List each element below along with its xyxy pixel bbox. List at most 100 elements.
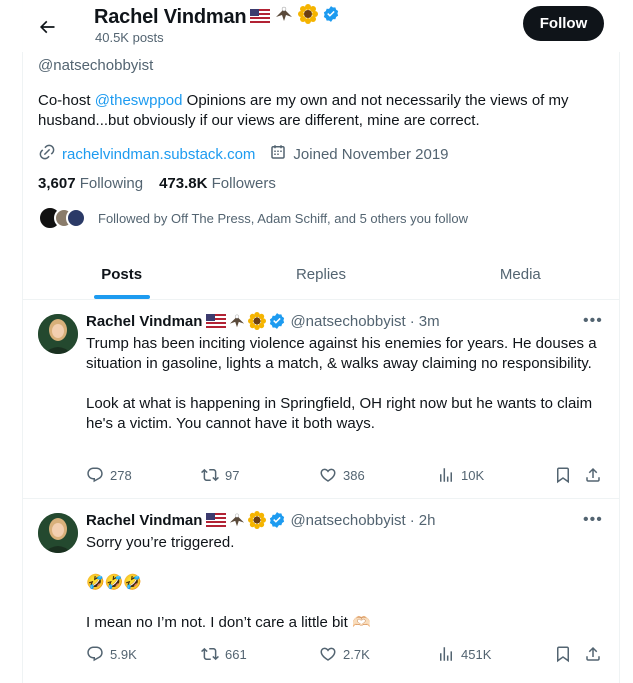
following-count: 3,607 [38,175,76,192]
followed-by-text: Followed by Off The Press, Adam Schiff, … [98,210,468,226]
tweet-paragraph: 🤣🤣🤣 [86,574,143,591]
verified-badge-icon [270,512,285,528]
reply-button[interactable]: 5.9K [86,645,137,663]
sunflower-icon [248,511,267,529]
bio-mention-link[interactable]: @theswppod [95,92,183,109]
repost-icon [201,468,219,482]
name-emojis [206,312,286,330]
website-link[interactable]: rachelvindman.substack.com [62,146,255,163]
repost-count: 661 [225,646,247,662]
sunflower-icon [298,4,319,30]
tweet-header: Rachel Vindman @natsechobbyist · 2h [86,511,435,529]
more-icon[interactable]: ••• [583,511,603,529]
profile-meta: rachelvindman.substack.com Joined Novemb… [38,143,449,165]
arrow-left-icon [39,20,55,34]
tab-label: Posts [101,266,143,283]
follow-button[interactable]: Follow [523,6,604,41]
avatar[interactable] [38,314,78,354]
tweet-paragraph: Sorry you’re triggered. [86,534,235,551]
tweet-actions: 5.9K 661 2.7K 451K [86,645,606,665]
profile-header: Rachel Vindman 40.5K posts Follow [0,0,633,52]
repost-button[interactable]: 661 [201,645,247,663]
share-button[interactable] [584,645,602,663]
follow-counts: 3,607 Following 473.8K Followers [38,175,276,192]
calendar-icon [269,143,287,165]
eagle-icon [274,5,294,29]
reply-button[interactable]: 278 [86,466,132,484]
share-button[interactable] [584,466,602,484]
active-tab-indicator [93,295,150,299]
tweet-author-name[interactable]: Rachel Vindman [86,313,202,330]
sunflower-icon [248,312,267,330]
reply-icon [87,646,103,662]
like-count: 386 [343,467,365,483]
tweet-time[interactable]: 2h [419,512,436,529]
back-button[interactable] [30,10,64,44]
like-button[interactable]: 386 [319,466,365,484]
followers-count: 473.8K [159,175,208,192]
tweet[interactable]: Rachel Vindman @natsechobbyist · 2h ••• … [22,499,620,683]
avatar[interactable] [38,513,78,553]
tweet-time[interactable]: 3m [419,313,440,330]
link-icon [38,143,56,165]
tweet-author-handle[interactable]: @natsechobbyist [290,512,405,529]
joined-date: Joined November 2019 [293,145,449,163]
verified-badge-icon [322,5,340,29]
reply-icon [87,467,103,483]
tweet-actions: 278 97 386 10K [86,466,606,486]
repost-count: 97 [225,467,240,483]
repost-icon [201,647,219,661]
share-icon [586,467,600,482]
view-count: 10K [461,467,485,483]
bookmark-button[interactable] [554,645,572,663]
views-button[interactable]: 451K [437,645,491,663]
verified-badge-icon [270,313,285,329]
eagle-icon [230,513,245,527]
more-icon[interactable]: ••• [583,312,603,330]
bookmark-button[interactable] [554,466,572,484]
profile-tabs: Posts Replies Media [22,250,620,300]
tweet-text: Trump has been inciting violence against… [86,334,606,434]
profile-bio: Co-host @theswppod Opinions are my own a… [38,91,598,131]
like-button[interactable]: 2.7K [319,645,370,663]
avatar [66,208,86,228]
tweet-paragraph: Look at what is happening in Springfield… [86,395,593,432]
reply-count: 5.9K [110,646,137,662]
reply-count: 278 [110,467,132,483]
following-label: Following [79,175,144,192]
tab-posts[interactable]: Posts [22,250,221,299]
like-count: 2.7K [343,646,370,662]
bookmark-icon [557,646,569,663]
heart-icon [320,468,336,482]
tweet[interactable]: Rachel Vindman @natsechobbyist · 3m ••• … [22,300,620,499]
repost-button[interactable]: 97 [201,466,239,484]
separator: · [409,511,415,529]
profile-name-header: Rachel Vindman [94,4,340,30]
tweet-author-name[interactable]: Rachel Vindman [86,512,202,529]
tab-replies[interactable]: Replies [221,250,420,299]
tab-label: Media [499,266,541,283]
share-icon [586,646,600,661]
followed-by[interactable]: Followed by Off The Press, Adam Schiff, … [38,204,468,232]
eagle-icon [230,314,245,328]
heart-icon [320,647,336,661]
posts-count: 40.5K posts [95,30,164,45]
views-icon [440,647,452,661]
tab-media[interactable]: Media [421,250,620,299]
following-link[interactable]: 3,607 Following [38,175,143,192]
views-button[interactable]: 10K [437,466,484,484]
tab-label: Replies [295,266,346,283]
tweet-header: Rachel Vindman @natsechobbyist · 3m [86,312,440,330]
flag-us-icon [250,6,271,29]
separator: · [409,312,415,330]
profile-handle: @natsechobbyist [38,57,154,74]
flag-us-icon [206,513,227,527]
followers-link[interactable]: 473.8K Followers [159,175,276,192]
tweet-paragraph: I mean no I’m not. I don’t care a little… [86,614,371,631]
bookmark-icon [557,467,569,484]
tweet-text: Sorry you’re triggered. 🤣🤣🤣 I mean no I’… [86,533,606,633]
tweet-author-handle[interactable]: @natsechobbyist [290,313,405,330]
follower-avatars [38,206,88,230]
followers-label: Followers [211,175,276,192]
profile-name: Rachel Vindman [94,5,247,28]
